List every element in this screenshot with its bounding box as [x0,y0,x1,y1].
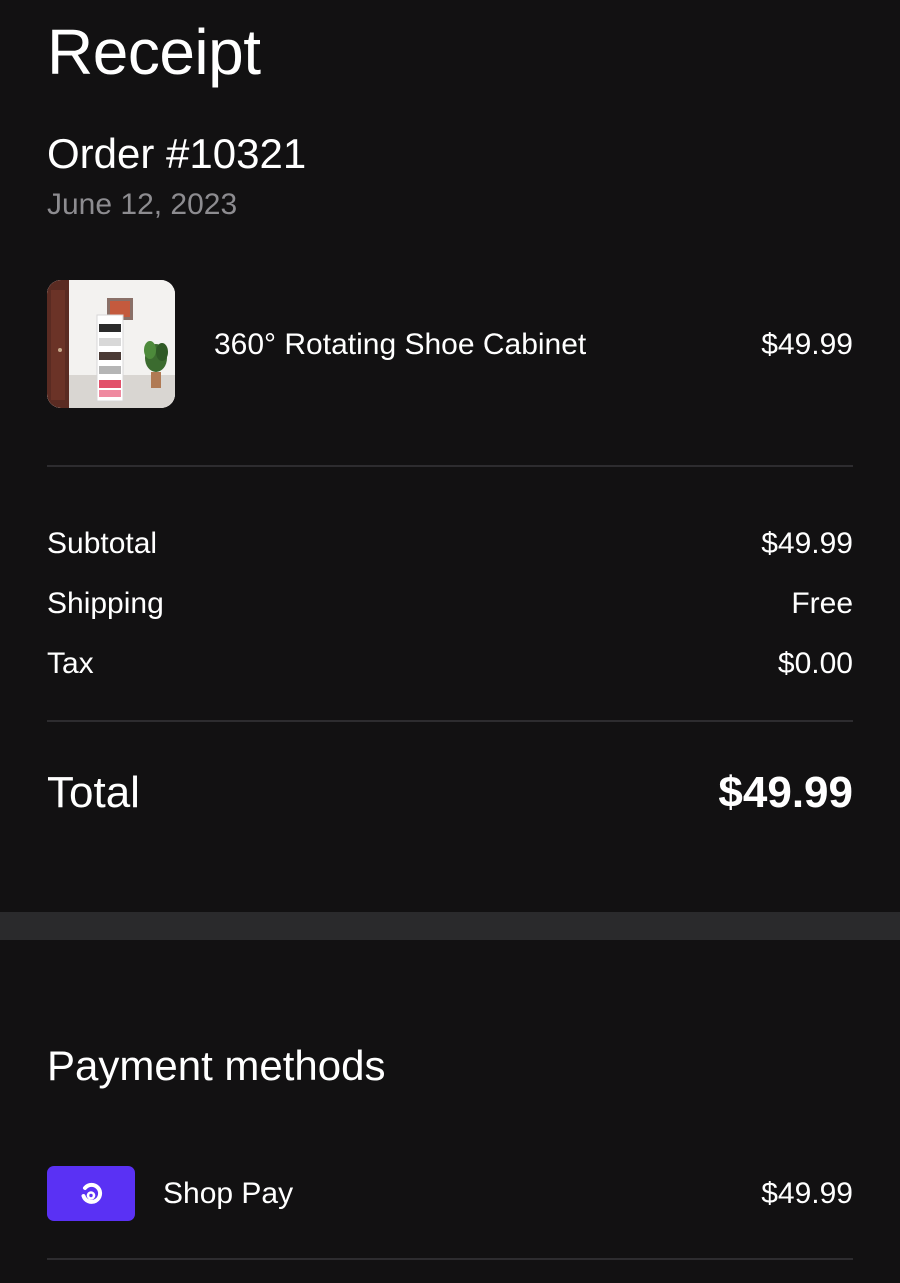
total-label: Total [47,768,140,817]
order-number: Order #10321 [47,130,307,177]
payment-method-name: Shop Pay [163,1177,294,1210]
page-title: Receipt [47,16,261,88]
divider [47,720,853,722]
section-separator [0,912,900,940]
divider [47,1258,853,1260]
order-date: June 12, 2023 [47,188,238,221]
shipping-label: Shipping [47,587,164,620]
tax-value: $0.00 [777,647,853,680]
payment-methods-heading: Payment methods [47,1042,386,1089]
tax-row: Tax $0.00 [47,644,853,684]
shop-pay-icon [47,1166,135,1221]
subtotal-value: $49.99 [761,527,853,560]
line-item[interactable]: 360° Rotating Shoe Cabinet $49.99 [47,280,853,410]
shipping-row: Shipping Free [47,584,853,624]
divider [47,465,853,467]
subtotal-label: Subtotal [47,527,158,560]
shoe-cabinet-photo-icon [47,280,175,408]
item-price: $49.99 [761,328,853,361]
total-row: Total $49.99 [47,766,853,820]
tax-label: Tax [47,647,94,680]
payment-method-row[interactable]: Shop Pay $49.99 [47,1166,853,1222]
total-value: $49.99 [718,768,853,817]
payment-method-amount: $49.99 [761,1177,853,1210]
shipping-value: Free [791,587,853,620]
subtotal-row: Subtotal $49.99 [47,524,853,564]
item-name: 360° Rotating Shoe Cabinet [214,328,587,361]
product-thumbnail [47,280,175,408]
